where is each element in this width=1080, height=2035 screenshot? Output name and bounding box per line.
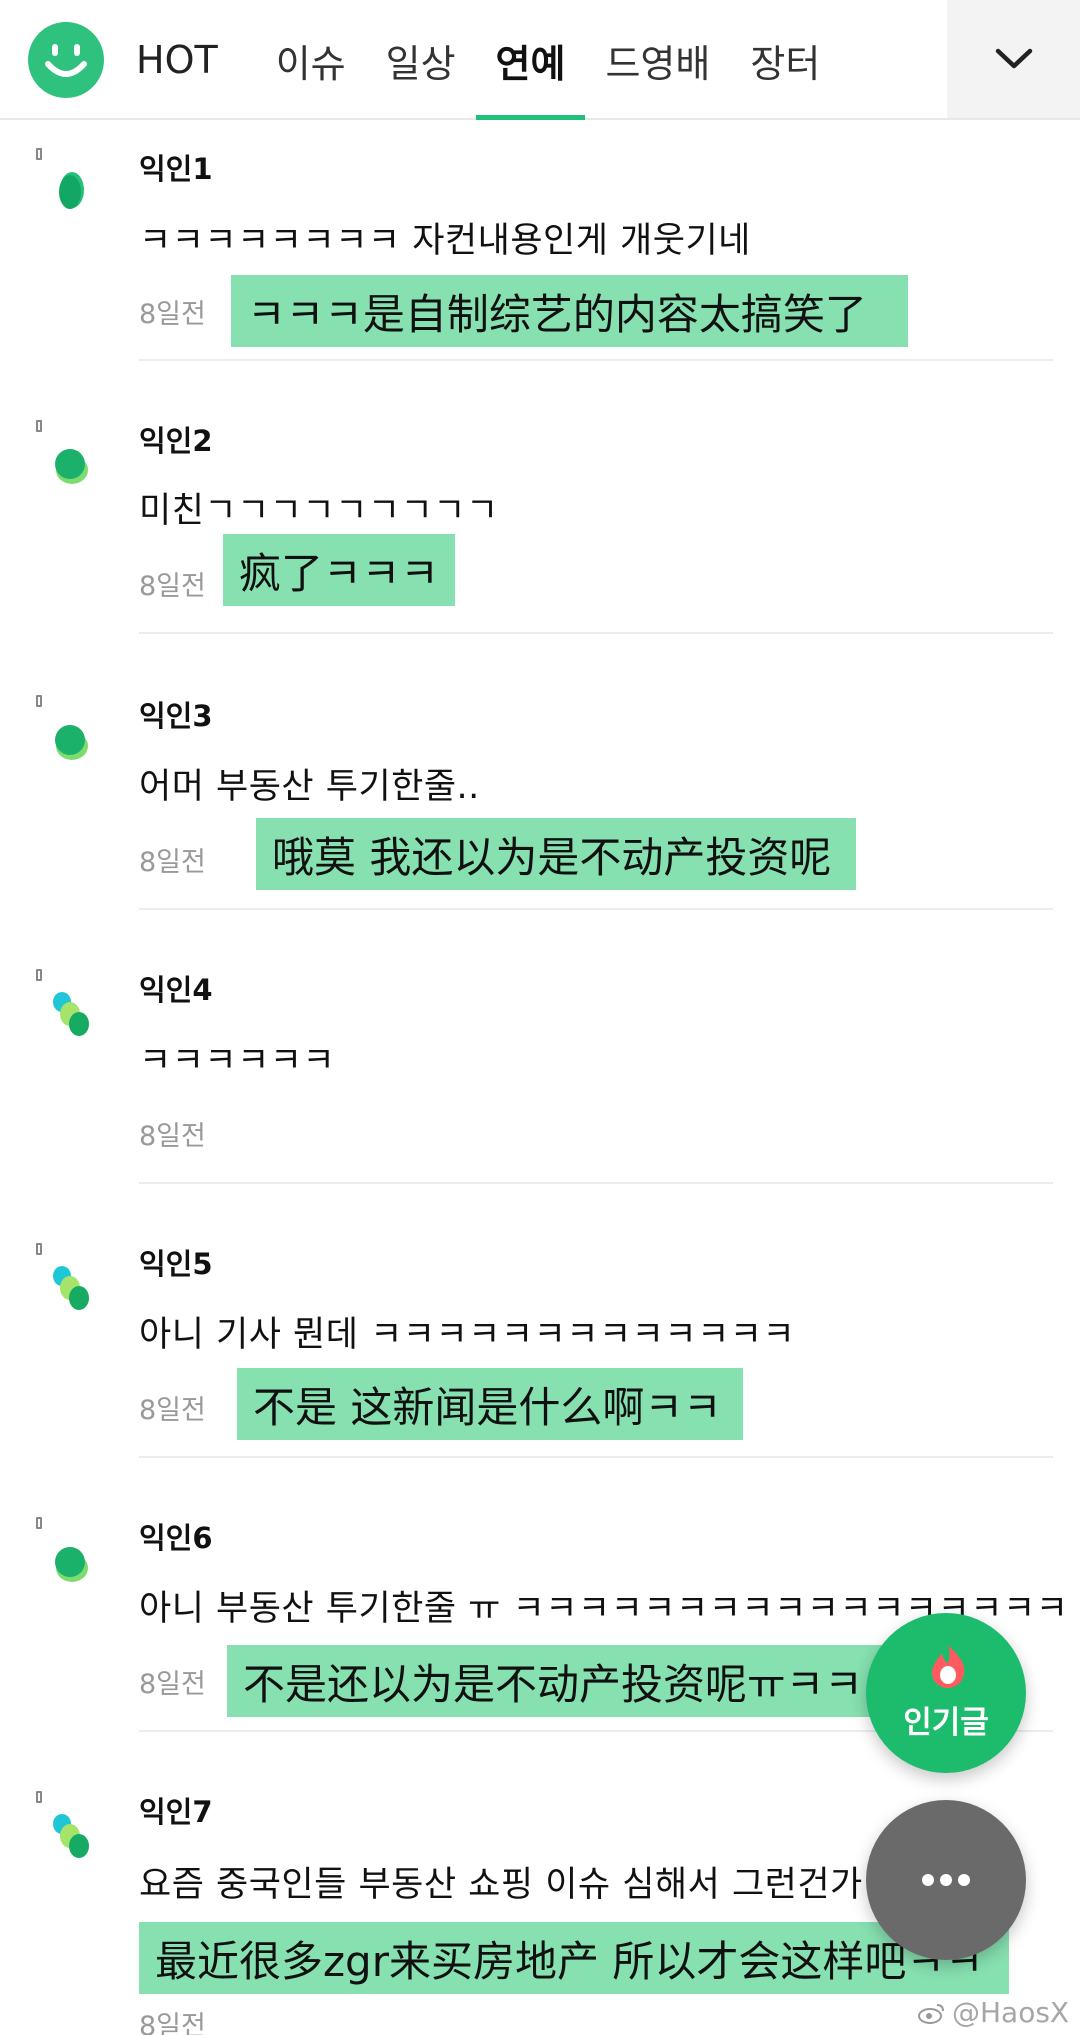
popular-posts-label: 인기글	[903, 1705, 989, 1741]
flame-icon	[932, 1645, 965, 1688]
comment-divider	[139, 359, 1053, 361]
expand-menu-button[interactable]	[947, 0, 1080, 118]
avatar	[55, 725, 88, 760]
comment-time: 8일전	[139, 2011, 206, 2035]
translation-overlay: 不是还以为是不动产投资呢ㅠㅋㅋㅋ	[227, 1645, 927, 1717]
comment-badge-icon	[36, 148, 42, 160]
watermark-text: @HaosX	[952, 1996, 1070, 2029]
comment-time: 8일전	[139, 1669, 206, 1700]
comment-divider	[139, 908, 1053, 910]
tab-daily[interactable]: 일상	[366, 0, 476, 120]
comment-text: 미친ㄱㄱㄱㄱㄱㄱㄱㄱㄱ	[139, 491, 499, 531]
translation-overlay: 疯了ㅋㅋㅋ	[223, 534, 455, 606]
avatar	[53, 992, 89, 1036]
avatar	[59, 172, 84, 209]
comment-divider	[139, 1182, 1053, 1184]
comment-time: 8일전	[139, 571, 206, 602]
comment-badge-icon	[36, 420, 42, 432]
comment-text: 요즘 중국인들 부동산 쇼핑 이슈 심해서 그런건가ㅋ	[139, 1865, 896, 1905]
comment-author: 익인5	[139, 1247, 213, 1281]
comment-text: ㅋㅋㅋㅋㅋㅋㅋㅋ 자컨내용인게 개웃기네	[139, 221, 751, 261]
tab-entertainment[interactable]: 연예	[475, 0, 586, 120]
comment-author: 익인7	[139, 1795, 213, 1829]
comment-badge-icon	[36, 1791, 42, 1803]
comment-badge-icon	[36, 695, 42, 707]
comment-time: 8일전	[139, 299, 206, 330]
avatar	[53, 1266, 89, 1310]
top-navigation-bar: HOT 이슈 일상 연예 드영배 장터	[0, 0, 1080, 120]
comment-badge-icon	[36, 1243, 42, 1255]
translation-overlay: 哦莫 我还以为是不动产投资呢	[256, 818, 856, 890]
comment-badge-icon	[36, 969, 42, 981]
translation-overlay: ㅋㅋㅋ是自制综艺的内容太搞笑了	[231, 275, 908, 347]
comment-time: 8일전	[139, 1121, 206, 1152]
comment-author: 익인2	[139, 424, 213, 458]
comment-time: 8일전	[139, 847, 206, 878]
comment-text: 아니 기사 뭔데 ㅋㅋㅋㅋㅋㅋㅋㅋㅋㅋㅋㅋㅋ	[139, 1315, 796, 1355]
tab-drama-movie-actor[interactable]: 드영배	[585, 0, 730, 120]
more-dots-icon	[922, 1874, 970, 1886]
tab-hot[interactable]: HOT	[120, 0, 256, 120]
comment-author: 익인4	[139, 973, 213, 1007]
avatar	[55, 1547, 88, 1582]
comment-author: 익인3	[139, 699, 213, 733]
more-options-button[interactable]	[866, 1800, 1026, 1960]
weibo-icon	[918, 2003, 944, 2024]
tab-issue[interactable]: 이슈	[256, 0, 366, 120]
translation-overlay: 不是 这新闻是什么啊ㅋㅋ	[237, 1368, 743, 1440]
smiley-logo-icon[interactable]	[28, 22, 104, 98]
chevron-down-icon	[995, 48, 1032, 69]
popular-posts-button[interactable]: 인기글	[866, 1613, 1026, 1773]
comment-text: ㅋㅋㅋㅋㅋㅋ	[139, 1041, 336, 1081]
comment-divider	[139, 632, 1053, 634]
comment-author: 익인1	[139, 152, 213, 186]
comment-badge-icon	[36, 1517, 42, 1529]
tabs-fade-overlay	[877, 0, 947, 118]
avatar	[55, 449, 88, 484]
watermark: @HaosX	[918, 1996, 1069, 2029]
comment-author: 익인6	[139, 1521, 213, 1555]
comment-time: 8일전	[139, 1395, 206, 1426]
tab-market[interactable]: 장터	[730, 0, 840, 120]
comment-text: 어머 부동산 투기한줄..	[139, 767, 480, 807]
comment-divider	[139, 1456, 1053, 1458]
category-tabs: HOT 이슈 일상 연예 드영배 장터	[120, 0, 840, 120]
translation-overlay: 最近很多zgr来买房地产 所以才会这样吧ㅋㅋ	[139, 1922, 1009, 1994]
avatar	[53, 1814, 89, 1858]
